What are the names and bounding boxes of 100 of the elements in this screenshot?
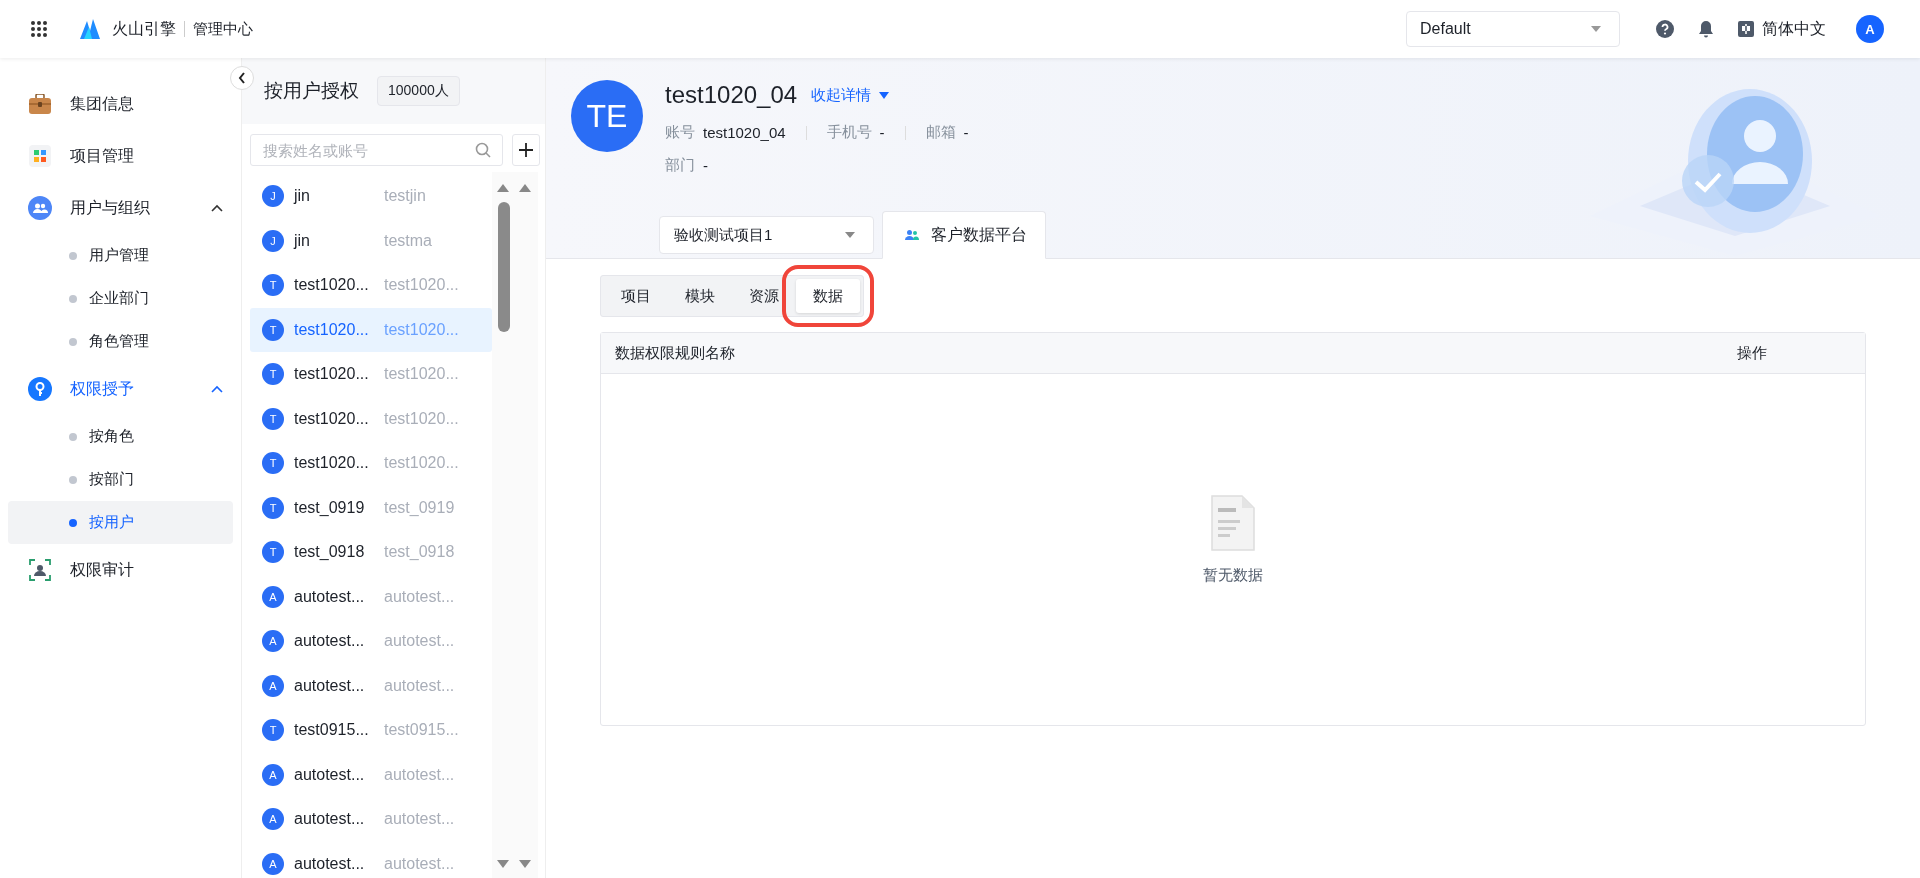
user-avatar: T <box>262 496 284 519</box>
user-account: test0915... <box>384 721 459 740</box>
user-avatar: A <box>262 808 284 831</box>
user-list-item[interactable]: A autotest... autotest... <box>250 841 492 878</box>
nav-item[interactable]: 权限授予 <box>0 363 241 415</box>
briefcase-icon <box>29 94 51 114</box>
key-icon <box>28 377 52 401</box>
add-button[interactable] <box>512 134 540 166</box>
field-value: - <box>703 157 708 174</box>
user-account: test1020... <box>384 409 459 428</box>
chevron-left-icon <box>238 72 246 84</box>
search-field[interactable]: 搜索姓名或账号 <box>250 134 503 166</box>
segment-tab[interactable]: 项目 <box>604 279 668 313</box>
user-name: test0915... <box>294 721 370 740</box>
user-avatar: A <box>262 630 284 653</box>
search-icon <box>475 142 491 158</box>
nav-subitem[interactable]: 企业部门 <box>8 277 233 320</box>
user-name: jin <box>294 187 311 206</box>
user-avatar: A <box>262 763 284 786</box>
brand-name: 火山引擎 <box>112 18 176 39</box>
collapse-details-link[interactable]: 收起详情 <box>811 85 890 105</box>
user-name: autotest... <box>294 632 366 651</box>
field-value: - <box>879 124 885 141</box>
language-menu-button[interactable]: 简体中文 <box>1738 18 1826 40</box>
user-account: autotest... <box>384 632 455 651</box>
audit-person-icon <box>29 559 51 581</box>
nav-subitem[interactable]: 按用户 <box>8 501 233 544</box>
chevron-icon <box>211 204 223 212</box>
plus-icon <box>518 142 534 158</box>
field-value: test1020_04 <box>703 124 786 141</box>
user-account: test1020... <box>384 365 459 384</box>
nav-item[interactable]: 集团信息 <box>0 78 241 130</box>
panel-title: 按用户授权 <box>264 79 359 103</box>
app-grid-icon[interactable] <box>30 20 48 38</box>
project-select[interactable]: 验收测试项目1 <box>659 216 874 254</box>
user-list-item[interactable]: T test1020... test1020... <box>250 396 492 441</box>
user-name: test1020... <box>294 320 370 339</box>
nav-item[interactable]: 用户与组织 <box>0 182 241 234</box>
user-list-item[interactable]: J jin testjin <box>250 174 492 219</box>
user-name: test_0918 <box>294 543 366 562</box>
user-name: autotest... <box>294 765 366 784</box>
nav-item[interactable]: 权限审计 <box>0 544 241 596</box>
column-header: 操作 <box>1737 343 1767 363</box>
collapse-button[interactable] <box>230 66 254 90</box>
user-list-item[interactable]: T test_0918 test_0918 <box>250 530 492 575</box>
user-list-item[interactable]: T test1020... test1020... <box>250 307 492 352</box>
nav-subitem[interactable]: 按部门 <box>8 458 233 501</box>
user-name: autotest... <box>294 854 366 873</box>
user-name: test1020... <box>294 454 370 473</box>
user-list-item[interactable]: A autotest... autotest... <box>250 574 492 619</box>
segment-tab[interactable]: 模块 <box>668 279 732 313</box>
user-name: test1020... <box>294 409 370 428</box>
caret-icon <box>879 91 890 99</box>
user-account: test1020... <box>384 276 459 295</box>
field-label: 账号 <box>665 123 695 142</box>
user-list-item[interactable]: A autotest... autotest... <box>250 663 492 708</box>
notification-bell-icon[interactable] <box>1698 20 1714 38</box>
user-list-item[interactable]: A autotest... autotest... <box>250 619 492 664</box>
chevron-icon <box>211 385 223 393</box>
user-list-item[interactable]: T test0915... test0915... <box>250 708 492 753</box>
user-avatar: T <box>262 452 284 475</box>
segment-tab[interactable]: 数据 <box>796 279 860 313</box>
user-list-item[interactable]: A autotest... autotest... <box>250 752 492 797</box>
user-name-title: test1020_04 <box>665 81 798 109</box>
field-label: 邮箱 <box>925 123 956 142</box>
people-icon <box>905 229 919 241</box>
user-avatar: T <box>262 363 284 386</box>
user-account: autotest... <box>384 587 455 606</box>
user-avatar: A <box>262 585 284 608</box>
user-avatar: T <box>262 407 284 430</box>
workspace-select[interactable]: Default <box>1406 11 1620 47</box>
user-count-badge: 100000人 <box>377 76 460 106</box>
people-icon <box>28 196 52 220</box>
user-avatar[interactable]: A <box>1856 15 1884 43</box>
nav-subitem[interactable]: 角色管理 <box>8 320 233 363</box>
user-list-item[interactable]: T test1020... test1020... <box>250 263 492 308</box>
nav-item[interactable]: 项目管理 <box>0 130 241 182</box>
field-value: - <box>963 124 969 141</box>
user-list-item[interactable]: T test1020... test1020... <box>250 441 492 486</box>
user-name: test_0919 <box>294 498 366 517</box>
user-name: autotest... <box>294 587 366 606</box>
user-account: autotest... <box>384 854 455 873</box>
help-icon[interactable] <box>1656 20 1674 38</box>
user-name: autotest... <box>294 676 366 695</box>
user-avatar: T <box>262 719 284 742</box>
user-avatar: A <box>262 674 284 697</box>
user-avatar: T <box>262 318 284 341</box>
scrollbar-thumb[interactable] <box>498 202 510 332</box>
user-list-item[interactable]: T test_0919 test_0919 <box>250 485 492 530</box>
nav-subitem[interactable]: 用户管理 <box>8 234 233 277</box>
user-list-item[interactable]: T test1020... test1020... <box>250 352 492 397</box>
platform-tab[interactable]: 客户数据平台 <box>882 211 1046 259</box>
user-account: autotest... <box>384 810 455 829</box>
segment-tab[interactable]: 资源 <box>732 279 796 313</box>
user-avatar: J <box>262 185 284 208</box>
nav-subitem[interactable]: 按角色 <box>8 415 233 458</box>
user-list-item[interactable]: J jin testma <box>250 218 492 263</box>
user-account: test1020... <box>384 320 459 339</box>
user-list-item[interactable]: A autotest... autotest... <box>250 797 492 842</box>
user-account: testjin <box>384 187 426 206</box>
